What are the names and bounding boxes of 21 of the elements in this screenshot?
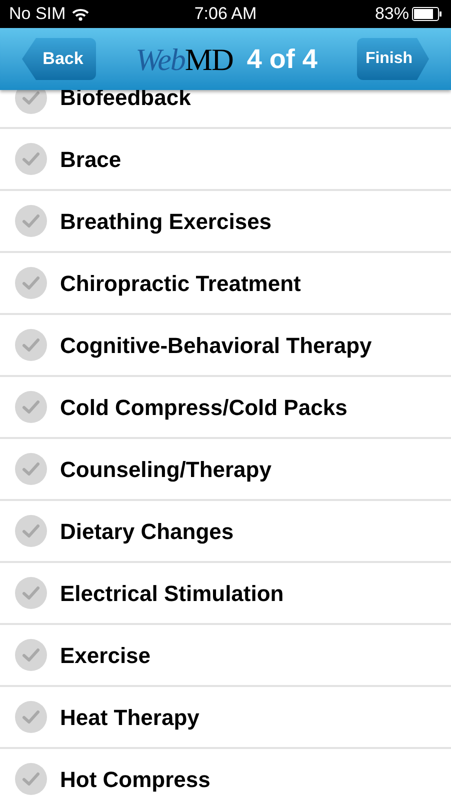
wifi-icon [72, 8, 89, 20]
list-item[interactable]: Biofeedback [0, 90, 451, 129]
finish-button[interactable]: Finish [357, 38, 429, 80]
list-item[interactable]: Hot Compress [0, 749, 451, 800]
back-button[interactable]: Back [22, 38, 96, 80]
step-counter: 4 of 4 [246, 42, 318, 76]
list-item[interactable]: Breathing Exercises [0, 191, 451, 253]
list-item[interactable]: Cold Compress/Cold Packs [0, 377, 451, 439]
list-item[interactable]: Chiropractic Treatment [0, 253, 451, 315]
list-item[interactable]: Cognitive-Behavioral Therapy [0, 315, 451, 377]
list-item[interactable]: Heat Therapy [0, 687, 451, 749]
battery-icon [412, 7, 442, 21]
clock-text: 7:06 AM [194, 4, 257, 24]
list-item[interactable]: Counseling/Therapy [0, 439, 451, 501]
list-item[interactable]: Brace [0, 129, 451, 191]
list-item[interactable]: Electrical Stimulation [0, 563, 451, 625]
logo: WebMD [136, 44, 233, 74]
battery-text: 83% [374, 3, 409, 26]
carrier-text: No SIM [9, 3, 66, 26]
list-item[interactable]: Dietary Changes [0, 501, 451, 563]
list-item[interactable]: Exercise [0, 625, 451, 687]
